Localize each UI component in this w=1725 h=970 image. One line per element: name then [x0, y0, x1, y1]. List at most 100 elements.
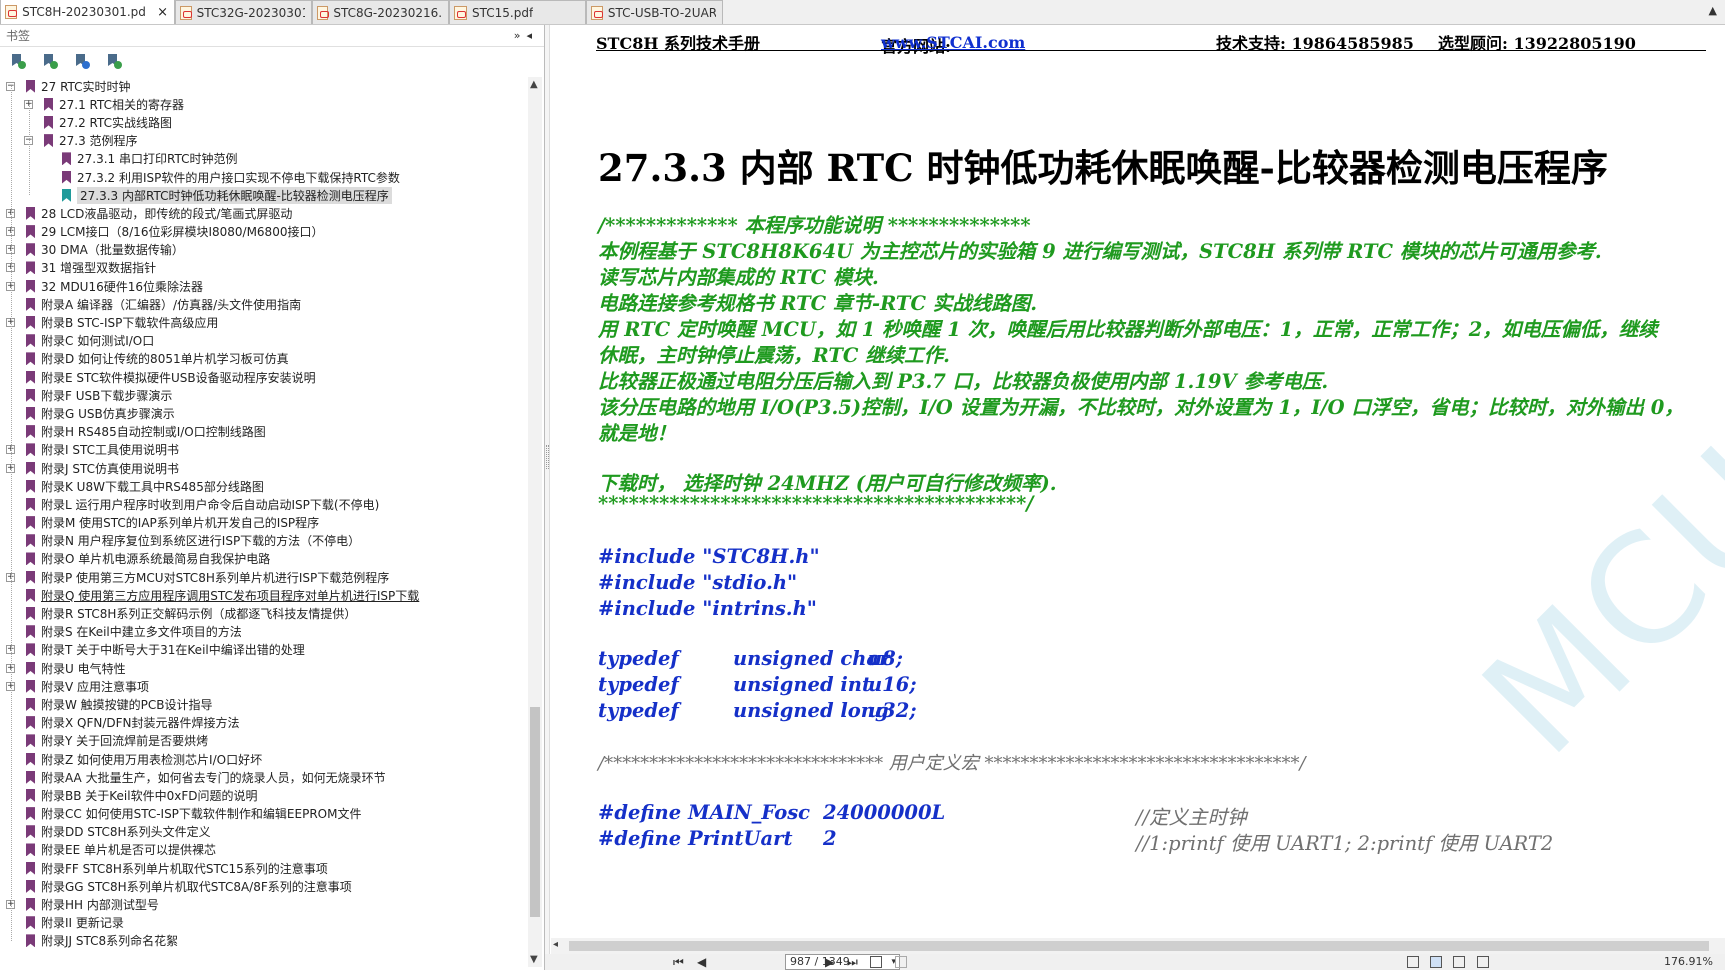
bookmark-item[interactable]: 附录BB 关于Keil软件中0xFD问题的说明: [0, 786, 528, 804]
bookmark-item[interactable]: 附录R STC8H系列正交解码示例（成都逐飞科技友情提供）: [0, 604, 528, 622]
horizontal-scroll-thumb[interactable]: [569, 941, 1709, 951]
horizontal-scrollbar[interactable]: ◂: [551, 938, 1725, 954]
bookmark-item[interactable]: +30 DMA（批量数据传输）: [0, 241, 528, 259]
prev-page-button[interactable]: ◀: [697, 955, 706, 969]
close-icon[interactable]: ×: [157, 5, 168, 20]
bookmark-item[interactable]: 附录K U8W下载工具中RS485部分线路图: [0, 477, 528, 495]
tab-stc15[interactable]: STC15.pdf: [449, 0, 586, 24]
define-comment: //定义主时钟: [1136, 806, 1247, 829]
bookmark-item[interactable]: +27.1 RTC相关的寄存器: [0, 95, 528, 113]
bookmark-item[interactable]: 附录M 使用STC的IAP系列单片机开发自己的ISP程序: [0, 514, 528, 532]
tab-menu-icon[interactable]: ▲: [1709, 4, 1717, 17]
bookmark-item[interactable]: +32 MDU16硬件16位乘除法器: [0, 277, 528, 295]
bookmark-item[interactable]: +29 LCM接口（8/16位彩屏模块I8080/M6800接口）: [0, 223, 528, 241]
bookmark-label: 27.2 RTC实战线路图: [59, 115, 173, 130]
bookmark-item[interactable]: 附录Y 关于回流焊前是否要烘烤: [0, 732, 528, 750]
first-page-button[interactable]: ⏮: [673, 955, 684, 970]
define-name: MAIN_Fosc: [688, 801, 811, 824]
pdf-icon: [591, 5, 603, 20]
bookmark-label: 附录R STC8H系列正交解码示例（成都逐飞科技友情提供）: [41, 607, 357, 622]
bookmark-item[interactable]: 附录Q 使用第三方应用程序调用STC发布项目程序对单片机进行ISP下载: [0, 586, 528, 604]
bookmark-item[interactable]: −27.3 范例程序: [0, 132, 528, 150]
bookmark-item[interactable]: 附录AA 大批量生产，如何省去专门的烧录人员，如何无烧录环节: [0, 768, 528, 786]
bookmark-item[interactable]: 附录N 用户程序复位到系统区进行ISP下载的方法（不停电）: [0, 532, 528, 550]
bookmark-item[interactable]: 27.3.3 内部RTC时钟低功耗休眠唤醒-比较器检测电压程序: [0, 186, 528, 204]
bookmark-item[interactable]: 附录X QFN/DFN封装元器件焊接方法: [0, 714, 528, 732]
view-mode-icon[interactable]: [870, 956, 882, 968]
bookmark-item[interactable]: 附录A 编译器（汇编器）/仿真器/头文件使用指南: [0, 295, 528, 313]
typedef-type: unsigned long: [733, 699, 889, 722]
tab-stc-usb[interactable]: STC-USB-TO-2UAR...: [586, 0, 723, 24]
view-mode-icon[interactable]: [895, 956, 907, 968]
delete-bookmark-icon[interactable]: [42, 53, 58, 69]
bookmark-item[interactable]: 附录DD STC8H系列头文件定义: [0, 823, 528, 841]
bookmark-item[interactable]: 附录E STC软件模拟硬件USB设备驱动程序安装说明: [0, 368, 528, 386]
last-page-button[interactable]: ⏭: [847, 955, 858, 970]
bookmark-item[interactable]: 附录GG STC8H系列单片机取代STC8A/8F系列的注意事项: [0, 877, 528, 895]
bookmark-item[interactable]: + 附录B STC-ISP下载软件高级应用: [0, 313, 528, 331]
bookmark-item[interactable]: + 附录HH 内部测试型号: [0, 895, 528, 913]
bookmark-item[interactable]: 附录W 触摸按键的PCB设计指导: [0, 695, 528, 713]
bookmark-item[interactable]: 附录EE 单片机是否可以提供裸芯: [0, 841, 528, 859]
bookmark-item[interactable]: + 附录P 使用第三方MCU对STC8H系列单片机进行ISP下载范例程序: [0, 568, 528, 586]
single-page-view-icon[interactable]: [1407, 956, 1419, 968]
bookmark-item[interactable]: + 附录I STC工具使用说明书: [0, 441, 528, 459]
add-bookmark-icon[interactable]: [10, 53, 26, 69]
bookmark-item[interactable]: 附录G USB仿真步骤演示: [0, 404, 528, 422]
bookmark-item[interactable]: 附录S 在Keil中建立多文件项目的方法: [0, 623, 528, 641]
panel-splitter[interactable]: [545, 25, 550, 970]
bookmark-icon: [26, 443, 35, 457]
include-directive: #include "STC8H.h": [598, 545, 820, 568]
bookmark-item[interactable]: 27.2 RTC实战线路图: [0, 113, 528, 131]
bookmark-item[interactable]: 附录FF STC8H系列单片机取代STC15系列的注意事项: [0, 859, 528, 877]
facing-view-icon[interactable]: [1453, 956, 1465, 968]
tab-stc8g[interactable]: STC8G-20230216.p...: [312, 0, 449, 24]
bookmark-item[interactable]: 附录II 更新记录: [0, 914, 528, 932]
bookmark-item[interactable]: + 附录J STC仿真使用说明书: [0, 459, 528, 477]
bookmark-icon: [26, 661, 35, 675]
next-page-button[interactable]: ▶: [825, 955, 834, 969]
bookmark-item[interactable]: 附录F USB下载步骤演示: [0, 386, 528, 404]
bookmark-scrollbar[interactable]: ▲ ▼: [528, 77, 542, 967]
bookmark-item[interactable]: 附录CC 如何使用STC-ISP下载软件制作和编辑EEPROM文件: [0, 805, 528, 823]
scroll-left-icon[interactable]: ◂: [553, 939, 558, 950]
bookmark-item[interactable]: 附录JJ STC8系列命名花絮: [0, 932, 528, 950]
bookmark-item[interactable]: −27 RTC实时时钟: [0, 77, 528, 95]
document-view[interactable]: STC8H 系列技术手册 官方网站: www.STCAI.com 技术支持: 1…: [551, 25, 1725, 938]
bookmark-item[interactable]: 附录L 运行用户程序时收到用户命令后自动启动ISP下载(不停电): [0, 495, 528, 513]
bookmark-icon: [26, 297, 35, 311]
zoom-level[interactable]: 176.91%: [1664, 955, 1713, 968]
page-number-input[interactable]: 987 / 1349 ▾: [785, 954, 900, 970]
panel-collapse-icon[interactable]: »◂: [514, 29, 538, 42]
bookmark-tree: −27 RTC实时时钟 +27.1 RTC相关的寄存器 27.2 RTC实战线路图 −…: [0, 77, 528, 967]
bookmark-item[interactable]: +28 LCD液晶驱动，即传统的段式/笔画式屏驱动: [0, 204, 528, 222]
scroll-thumb[interactable]: [530, 707, 540, 917]
tab-stc32g[interactable]: STC32G-20230301...: [175, 0, 312, 24]
tab-stc8h[interactable]: STC8H-20230301.pd... ×: [0, 0, 175, 24]
bookmark-item[interactable]: 附录O 单片机电源系统最简易自我保护电路: [0, 550, 528, 568]
comment-line: /************* 本程序功能说明 **************: [598, 214, 1031, 237]
fit-width-icon[interactable]: [1477, 956, 1489, 968]
bookmark-item[interactable]: 附录Z 如何使用万用表检测芯片I/O口好坏: [0, 750, 528, 768]
scroll-up-icon[interactable]: ▲: [530, 79, 538, 90]
bookmark-icon: [26, 279, 35, 293]
bookmark-item[interactable]: +31 增强型双数据指针: [0, 259, 528, 277]
bookmark-item[interactable]: 27.3.2 利用ISP软件的用户接口实现不停电下载保持RTC参数: [0, 168, 528, 186]
bookmark-item[interactable]: 27.3.1 串口打印RTC时钟范例: [0, 150, 528, 168]
typedef-type: unsigned int: [733, 673, 871, 696]
splitter-grip[interactable]: [546, 445, 549, 469]
bookmark-item[interactable]: + 附录T 关于中断号大于31在Keil中编译出错的处理: [0, 641, 528, 659]
bookmark-item[interactable]: 附录C 如何测试I/O口: [0, 332, 528, 350]
bookmark-item[interactable]: + 附录U 电气特性: [0, 659, 528, 677]
find-bookmark-icon[interactable]: [106, 53, 122, 69]
bookmark-label: 附录W 触摸按键的PCB设计指导: [41, 697, 213, 712]
bookmark-item[interactable]: + 附录V 应用注意事项: [0, 677, 528, 695]
header-site-link[interactable]: www.STCAI.com: [881, 33, 1025, 52]
continuous-view-icon[interactable]: [1430, 956, 1442, 968]
expand-bookmarks-icon[interactable]: [74, 53, 90, 69]
bookmark-label: 附录P 使用第三方MCU对STC8H系列单片机进行ISP下载范例程序: [41, 570, 390, 585]
scroll-down-icon[interactable]: ▼: [530, 954, 538, 965]
bookmark-item[interactable]: 附录H RS485自动控制或I/O口控制线路图: [0, 423, 528, 441]
bookmark-item[interactable]: 附录D 如何让传统的8051单片机学习板可仿真: [0, 350, 528, 368]
typedef-name: u16;: [868, 673, 917, 696]
